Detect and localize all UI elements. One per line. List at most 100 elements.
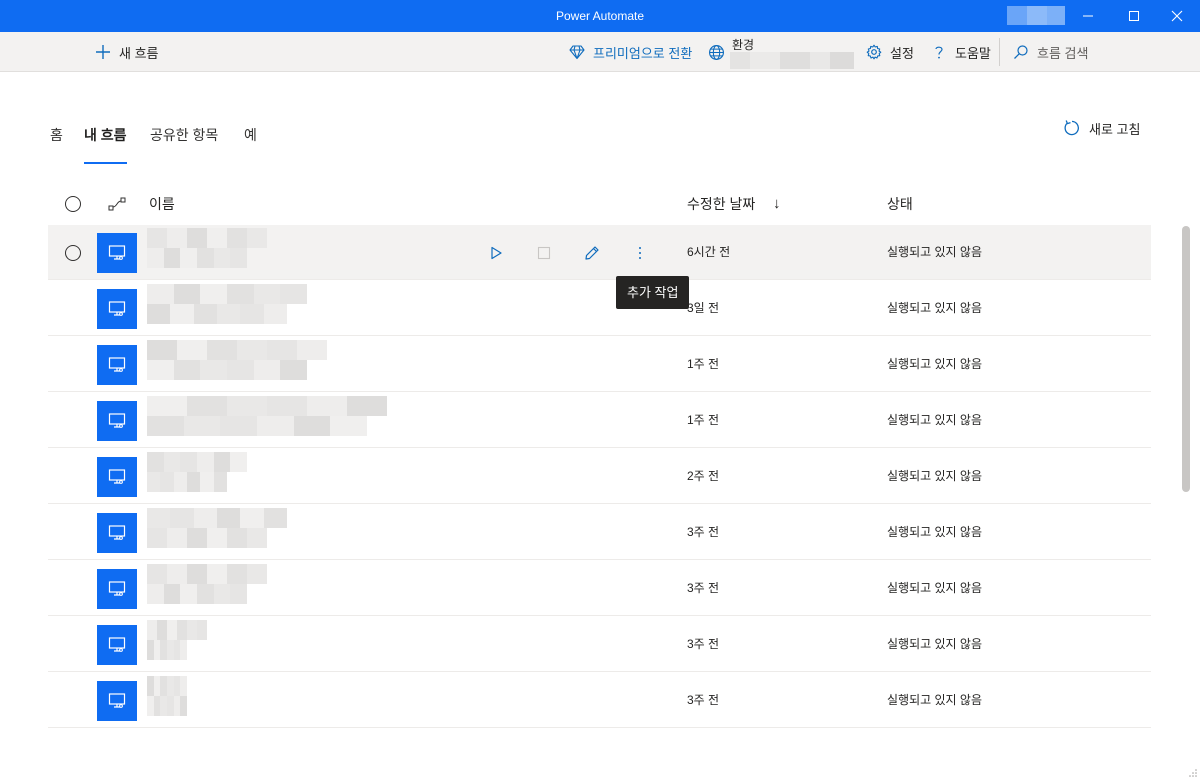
flow-row[interactable]: 2주 전 실행되고 있지 않음: [48, 449, 1151, 504]
more-actions-button[interactable]: [628, 241, 652, 265]
flow-row[interactable]: 3주 전 실행되고 있지 않음: [48, 505, 1151, 560]
refresh-icon: [1064, 120, 1079, 136]
more-actions-tooltip: 추가 작업: [616, 276, 690, 309]
play-icon: [491, 246, 502, 260]
flow-modified-date: 6시간 전: [687, 245, 731, 259]
select-all-checkbox[interactable]: [65, 196, 81, 212]
flow-status: 실행되고 있지 않음: [887, 581, 982, 595]
flow-status: 실행되고 있지 않음: [887, 357, 982, 371]
desktop-flow-tile: [97, 513, 137, 553]
tab-shared[interactable]: 공유한 항목: [150, 118, 218, 164]
desktop-flow-tile: [97, 681, 137, 721]
resize-grip-icon[interactable]: [1188, 768, 1198, 778]
tab-examples[interactable]: 예: [244, 118, 257, 164]
plus-icon: [96, 45, 110, 59]
desktop-flow-icon: [108, 357, 126, 372]
environment-name-redacted: [730, 52, 854, 69]
desktop-flow-icon: [108, 301, 126, 316]
sort-descending-icon: ↓: [773, 195, 781, 212]
column-header-status[interactable]: 상태: [887, 182, 913, 226]
minimize-icon: [1083, 15, 1093, 17]
search-icon: [1014, 45, 1028, 59]
account-avatar[interactable]: [1007, 6, 1065, 25]
flow-modified-date: 3주 전: [687, 693, 720, 707]
maximize-button[interactable]: [1111, 0, 1157, 32]
edit-flow-button[interactable]: [580, 241, 604, 265]
settings-button[interactable]: 설정: [866, 32, 914, 72]
flow-row[interactable]: 6시간 전 실행되고 있지 않음: [48, 225, 1151, 280]
diamond-icon: [569, 45, 585, 60]
search-placeholder: 흐름 검색: [1037, 45, 1089, 61]
flow-name-redacted[interactable]: [147, 396, 387, 436]
command-bar: 새 흐름 프리미엄으로 전환 설정 도움말 흐름 검색: [0, 32, 1200, 72]
flow-name-redacted[interactable]: [147, 452, 247, 492]
help-label: 도움말: [955, 45, 991, 61]
flow-row[interactable]: 1주 전 실행되고 있지 않음: [48, 393, 1151, 448]
desktop-flow-tile: [97, 457, 137, 497]
desktop-flow-icon: [108, 413, 126, 428]
flow-modified-date: 1주 전: [687, 413, 720, 427]
premium-label: 프리미엄으로 전환: [593, 45, 693, 61]
new-flow-button[interactable]: 새 흐름: [95, 32, 159, 72]
flow-status: 실행되고 있지 않음: [887, 301, 982, 315]
tab-my-flows[interactable]: 내 흐름: [84, 118, 127, 164]
flow-modified-date: 3주 전: [687, 581, 720, 595]
refresh-button[interactable]: 새로 고침: [1063, 118, 1140, 138]
flow-search-input[interactable]: 흐름 검색: [1013, 32, 1088, 72]
row-select-checkbox[interactable]: [65, 245, 81, 261]
refresh-label: 새로 고침: [1089, 121, 1141, 137]
column-header-modified[interactable]: 수정한 날짜: [687, 182, 755, 226]
flow-type-icon: [108, 197, 126, 211]
flow-row[interactable]: 3주 전 실행되고 있지 않음: [48, 617, 1151, 672]
desktop-flow-icon: [108, 469, 126, 484]
flow-row[interactable]: 1주 전 실행되고 있지 않음: [48, 337, 1151, 392]
gear-icon: [866, 44, 882, 60]
flow-modified-date: 2주 전: [687, 469, 720, 483]
flow-name-redacted[interactable]: [147, 228, 267, 268]
close-button[interactable]: [1154, 0, 1200, 32]
flow-name-redacted[interactable]: [147, 508, 287, 548]
run-flow-button[interactable]: [484, 241, 508, 265]
flow-row[interactable]: 3주 전 실행되고 있지 않음: [48, 673, 1151, 728]
vertical-scrollbar[interactable]: [1182, 226, 1190, 492]
pencil-icon: [585, 246, 599, 260]
stop-flow-button[interactable]: [532, 241, 556, 265]
flow-name-redacted[interactable]: [147, 676, 187, 716]
desktop-flow-tile: [97, 233, 137, 273]
close-icon: [1171, 10, 1183, 22]
desktop-flow-icon: [108, 525, 126, 540]
toolbar-divider: [999, 38, 1000, 66]
globe-icon: [709, 45, 724, 60]
flow-status: 실행되고 있지 않음: [887, 245, 982, 259]
title-bar: Power Automate: [0, 0, 1200, 32]
flow-name-redacted[interactable]: [147, 340, 327, 380]
desktop-flow-icon: [108, 245, 126, 260]
desktop-flow-tile: [97, 345, 137, 385]
flow-modified-date: 3일 전: [687, 301, 720, 315]
desktop-flow-icon: [108, 637, 126, 652]
flow-modified-date: 1주 전: [687, 357, 720, 371]
desktop-flow-tile: [97, 401, 137, 441]
flow-name-redacted[interactable]: [147, 564, 267, 604]
desktop-flow-tile: [97, 625, 137, 665]
desktop-flow-tile: [97, 289, 137, 329]
environment-label: 환경: [732, 38, 755, 52]
maximize-icon: [1129, 11, 1139, 21]
flow-status: 실행되고 있지 않음: [887, 469, 982, 483]
settings-label: 설정: [890, 45, 914, 61]
flow-status: 실행되고 있지 않음: [887, 413, 982, 427]
column-header-name[interactable]: 이름: [149, 182, 175, 226]
flow-modified-date: 3주 전: [687, 637, 720, 651]
flow-row[interactable]: 3일 전 실행되고 있지 않음: [48, 281, 1151, 336]
premium-upgrade-button[interactable]: 프리미엄으로 전환: [569, 32, 692, 72]
stop-icon: [537, 246, 551, 260]
minimize-button[interactable]: [1065, 0, 1111, 32]
help-button[interactable]: 도움말: [931, 32, 991, 72]
tab-home[interactable]: 홈: [50, 118, 63, 164]
flow-status: 실행되고 있지 않음: [887, 525, 982, 539]
new-flow-label: 새 흐름: [119, 45, 159, 61]
flow-name-redacted[interactable]: [147, 284, 307, 324]
flow-name-redacted[interactable]: [147, 620, 207, 660]
flow-row[interactable]: 3주 전 실행되고 있지 않음: [48, 561, 1151, 616]
desktop-flow-icon: [108, 693, 126, 708]
